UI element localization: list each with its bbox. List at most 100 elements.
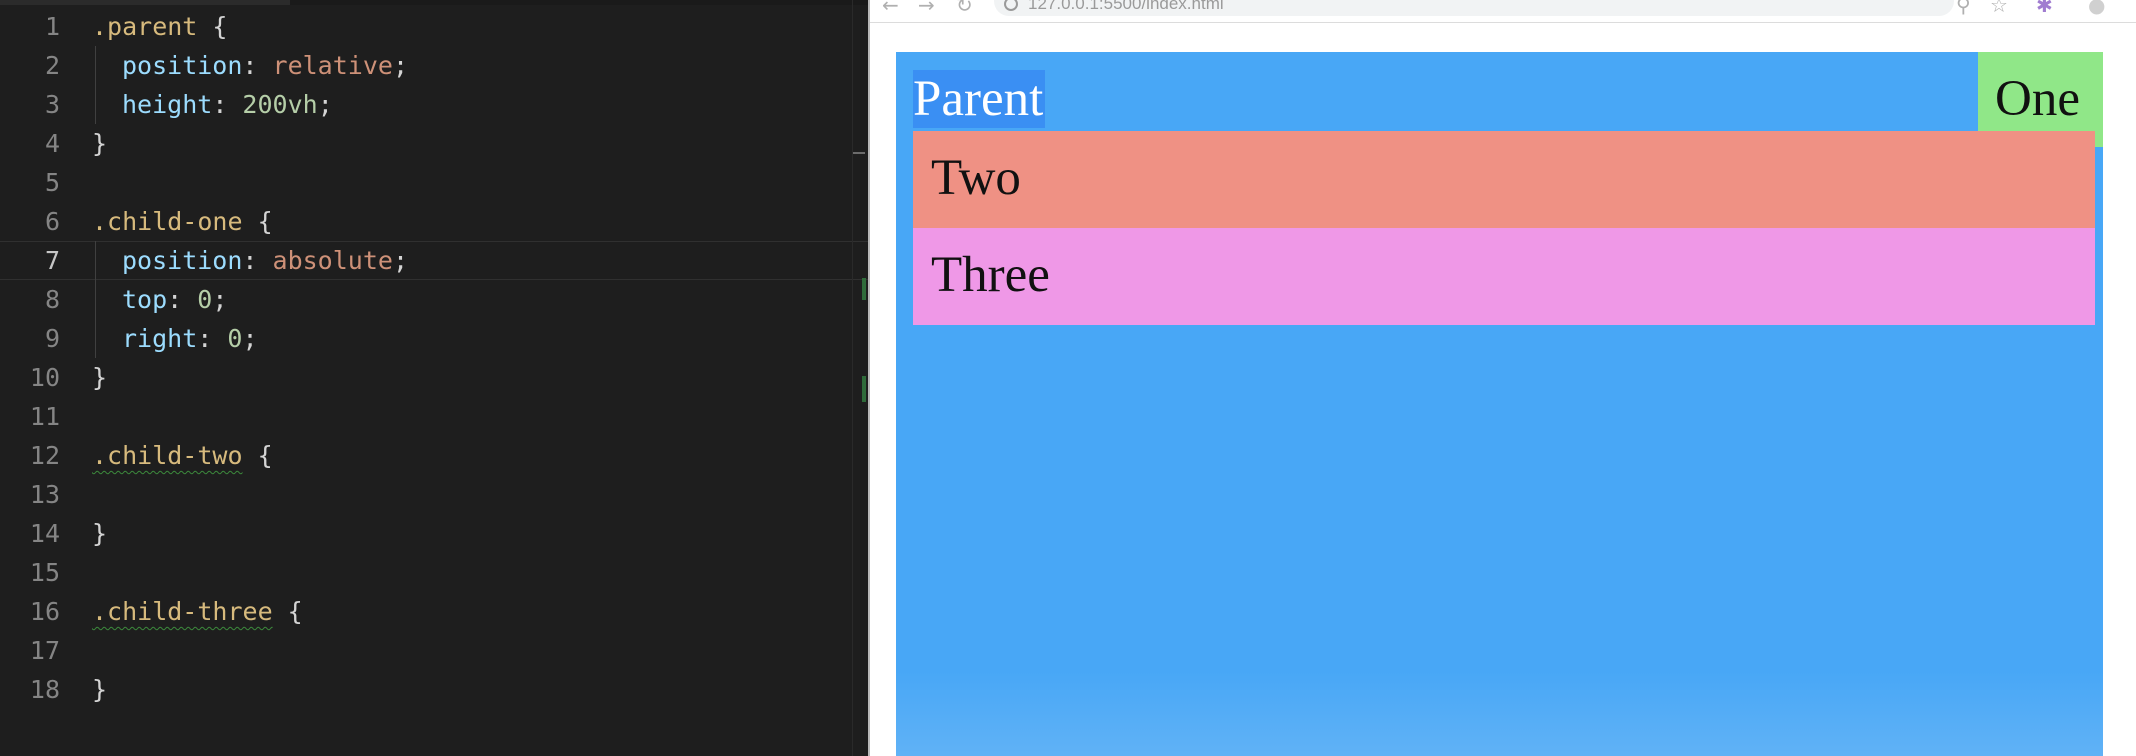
code-line[interactable]: 16 .child-three { bbox=[0, 592, 868, 631]
forward-arrow-icon[interactable]: → bbox=[918, 0, 935, 16]
extension-icon[interactable]: ✱ bbox=[2036, 0, 2053, 16]
address-bar[interactable]: 127.0.0.1:5500/index.html bbox=[994, 0, 1954, 16]
info-icon[interactable] bbox=[1004, 0, 1018, 11]
zoom-icon[interactable]: ⚲ bbox=[1956, 0, 1971, 16]
browser-toolbar: ← → ↻ 127.0.0.1:5500/index.html ⚲ ☆ ✱ ● bbox=[870, 0, 2136, 23]
code-token: : bbox=[242, 51, 273, 80]
code-text[interactable]: } bbox=[92, 514, 107, 553]
code-line[interactable]: 18} bbox=[0, 670, 868, 709]
code-token: { bbox=[242, 441, 273, 470]
code-line[interactable]: 8 top: 0; bbox=[0, 280, 868, 319]
scrollbar-cursor-marker bbox=[853, 152, 865, 154]
parent-label: Parent bbox=[913, 70, 1046, 128]
code-line[interactable]: 5 bbox=[0, 163, 868, 202]
code-token: .parent bbox=[92, 12, 198, 41]
code-lines[interactable]: 1 .parent {2 position: relative; 3 height: 2… bbox=[0, 7, 868, 709]
line-number: 8 bbox=[44, 285, 60, 314]
line-number: 14 bbox=[29, 519, 60, 548]
code-token: position bbox=[122, 51, 243, 80]
indent-guide bbox=[95, 46, 96, 85]
code-line[interactable]: 6 .child-one { bbox=[0, 202, 868, 241]
back-arrow-icon[interactable]: ← bbox=[882, 0, 899, 16]
code-token: ; bbox=[317, 90, 333, 119]
child-three-box: Three bbox=[913, 228, 2095, 325]
line-number: 11 bbox=[29, 402, 60, 431]
code-line[interactable]: 3 height: 200vh; bbox=[0, 85, 868, 124]
code-editor[interactable]: 1 .parent {2 position: relative; 3 height: 2… bbox=[0, 0, 868, 756]
line-number: 18 bbox=[29, 675, 60, 704]
code-text[interactable]: } bbox=[92, 124, 107, 163]
active-tab-marker[interactable] bbox=[0, 0, 290, 5]
code-token: ; bbox=[392, 51, 409, 80]
line-number: 7 bbox=[44, 246, 60, 275]
code-line[interactable]: 11 bbox=[0, 397, 868, 436]
code-text[interactable]: } bbox=[92, 670, 107, 709]
line-number: 15 bbox=[29, 558, 60, 587]
editor-scrollbar-track[interactable] bbox=[852, 0, 853, 756]
indent-guide bbox=[95, 241, 96, 280]
browser-window: ← → ↻ 127.0.0.1:5500/index.html ⚲ ☆ ✱ ● … bbox=[870, 0, 2136, 756]
page-viewport: Parent One Two Three bbox=[870, 23, 2136, 756]
indent-guide bbox=[95, 319, 96, 358]
git-change-marker bbox=[862, 376, 866, 402]
code-text[interactable]: .child-one { bbox=[92, 202, 273, 241]
star-icon[interactable]: ☆ bbox=[1990, 0, 2008, 16]
code-token: right bbox=[122, 324, 198, 353]
code-line[interactable]: 15 bbox=[0, 553, 868, 592]
indent-guide bbox=[95, 280, 96, 319]
code-token: .child-two bbox=[92, 441, 243, 470]
code-token: relative bbox=[272, 51, 393, 80]
line-number: 12 bbox=[29, 441, 60, 470]
code-line[interactable]: 14} bbox=[0, 514, 868, 553]
line-number: 16 bbox=[29, 597, 60, 626]
code-text[interactable]: right: 0; bbox=[122, 319, 258, 358]
code-line[interactable]: 12 .child-two { bbox=[0, 436, 868, 475]
code-token: position bbox=[122, 246, 243, 275]
code-token: { bbox=[197, 12, 228, 41]
code-line[interactable]: 13 bbox=[0, 475, 868, 514]
code-token: : bbox=[197, 324, 228, 353]
code-line[interactable]: 2 position: relative; bbox=[0, 46, 868, 85]
child-three-label: Three bbox=[931, 247, 1050, 303]
code-token: absolute bbox=[272, 246, 393, 275]
code-text[interactable]: .child-two { bbox=[92, 436, 273, 475]
line-number: 2 bbox=[44, 51, 60, 80]
code-token: } bbox=[92, 675, 108, 704]
code-line[interactable]: 4} bbox=[0, 124, 868, 163]
code-text[interactable]: position: absolute; bbox=[122, 241, 408, 280]
child-two-label: Two bbox=[931, 150, 1021, 206]
code-token: { bbox=[242, 207, 273, 236]
code-token: height bbox=[122, 90, 213, 119]
code-token: ; bbox=[242, 324, 258, 353]
indent-guide bbox=[95, 85, 96, 124]
address-url[interactable]: 127.0.0.1:5500/index.html bbox=[1028, 0, 1224, 13]
code-token: top bbox=[122, 285, 168, 314]
profile-icon[interactable]: ● bbox=[2088, 0, 2105, 16]
reload-icon[interactable]: ↻ bbox=[956, 0, 973, 16]
code-text[interactable]: top: 0; bbox=[122, 280, 227, 319]
code-text[interactable]: .parent { bbox=[92, 7, 227, 46]
line-number: 4 bbox=[44, 129, 60, 158]
code-line[interactable]: 7 position: absolute; bbox=[0, 241, 868, 280]
code-text[interactable]: height: 200vh; bbox=[122, 85, 333, 124]
line-number: 13 bbox=[29, 480, 60, 509]
code-token: .child-three bbox=[92, 597, 273, 626]
code-line[interactable]: 10} bbox=[0, 358, 868, 397]
line-number: 9 bbox=[44, 324, 60, 353]
line-number: 10 bbox=[29, 363, 60, 392]
code-token: ; bbox=[212, 285, 228, 314]
line-number: 6 bbox=[44, 207, 60, 236]
line-number: 5 bbox=[44, 168, 60, 197]
code-token: { bbox=[272, 597, 303, 626]
code-text[interactable]: } bbox=[92, 358, 107, 397]
line-number: 1 bbox=[44, 12, 60, 41]
code-text[interactable]: .child-three { bbox=[92, 592, 303, 631]
git-change-marker bbox=[862, 278, 866, 300]
code-token: 0 bbox=[227, 324, 243, 353]
code-line[interactable]: 17 bbox=[0, 631, 868, 670]
code-line[interactable]: 9 right: 0; bbox=[0, 319, 868, 358]
code-line[interactable]: 1 .parent { bbox=[0, 7, 868, 46]
editor-tab-strip bbox=[0, 0, 868, 5]
code-token: : bbox=[167, 285, 198, 314]
code-text[interactable]: position: relative; bbox=[122, 46, 408, 85]
